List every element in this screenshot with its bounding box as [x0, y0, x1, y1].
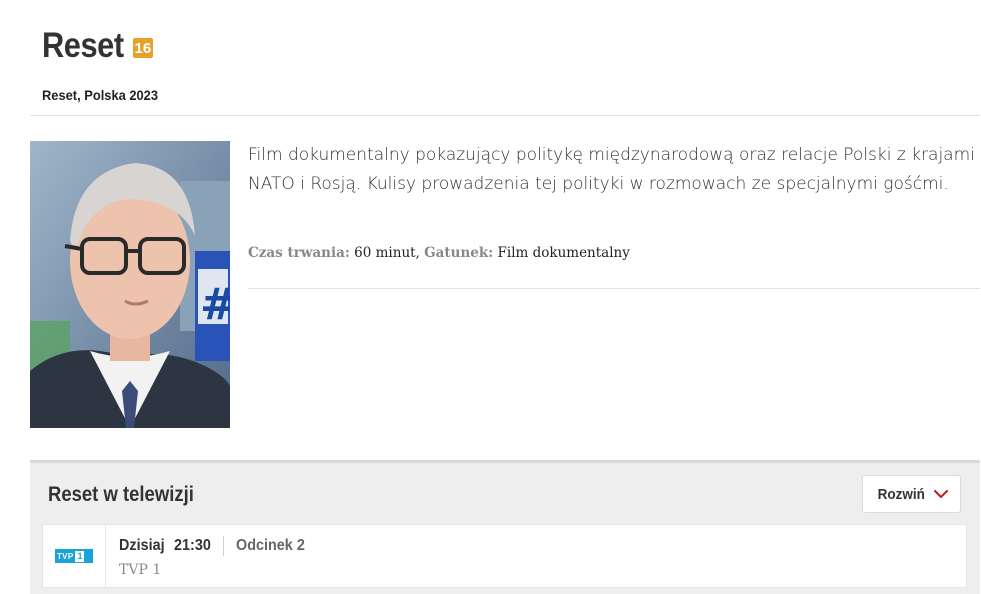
- channel-logo-cell: TVP 1: [43, 525, 106, 587]
- svg-text:#: #: [200, 279, 230, 330]
- tv-section-title: Reset w telewizji: [48, 483, 194, 506]
- genre-label: Gatunek:: [424, 245, 494, 261]
- duration-label: Czas trwania:: [248, 245, 350, 261]
- expand-button-label: Rozwiń: [877, 485, 926, 503]
- divider: [248, 288, 980, 289]
- separator: [222, 536, 224, 556]
- film-meta: Czas trwania: 60 minut, Gatunek: Film do…: [248, 245, 630, 261]
- chevron-down-icon: [933, 489, 948, 498]
- title-row: Reset 16: [42, 26, 153, 66]
- page-title: Reset: [42, 26, 124, 65]
- channel-name: TVP 1: [119, 562, 162, 578]
- airing-day: Dzisiaj: [119, 537, 165, 554]
- channel-logo-text: TVP: [57, 551, 74, 561]
- airing-when: Dzisiaj 21:30 Odcinek 2: [119, 536, 312, 556]
- tv-schedule-section: Reset w telewizji Rozwiń TVP 1 Dzisiaj 2…: [30, 460, 980, 594]
- genre-value: Film dokumentalny: [497, 245, 630, 261]
- description: Film dokumentalny pokazujący politykę mi…: [248, 145, 975, 194]
- poster-image: #: [30, 141, 230, 428]
- age-rating-badge: 16: [132, 38, 153, 58]
- episode-label: Odcinek 2: [235, 537, 305, 554]
- production-info: Reset, Polska 2023: [42, 87, 159, 103]
- tvp1-logo-icon: TVP 1: [55, 549, 93, 563]
- airing-row[interactable]: TVP 1 Dzisiaj 21:30 Odcinek 2 TVP 1: [42, 524, 967, 588]
- airing-time: 21:30: [173, 537, 211, 554]
- divider: [30, 115, 980, 116]
- channel-logo-number: 1: [75, 550, 85, 562]
- expand-button[interactable]: Rozwiń: [862, 475, 961, 513]
- duration-value: 60 minut,: [354, 245, 420, 261]
